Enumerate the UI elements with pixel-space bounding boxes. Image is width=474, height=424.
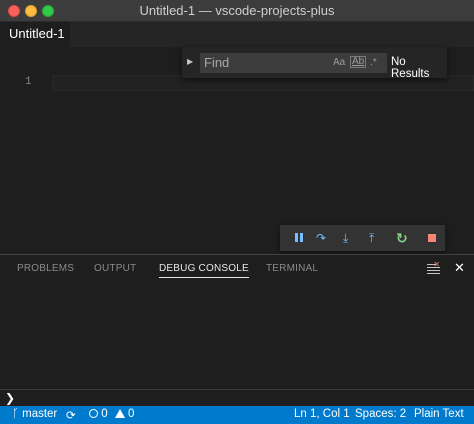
error-icon: [89, 409, 98, 418]
editor-tab-strip: Untitled-1: [0, 22, 474, 47]
branch-name: master: [22, 408, 58, 420]
toggle-replace-chevron-right-icon[interactable]: ▶: [187, 56, 195, 68]
warning-icon: [114, 409, 125, 418]
debug-toolbar: ↷ ⤓ ⤒ ↻: [280, 225, 445, 251]
step-into-icon[interactable]: ⤓: [343, 231, 357, 245]
pause-icon[interactable]: [292, 231, 306, 245]
match-case-toggle[interactable]: Aa: [333, 57, 345, 68]
sync-icon[interactable]: ⟳: [66, 408, 76, 422]
git-branch-status[interactable]: ᚴ master: [12, 408, 57, 420]
problems-status[interactable]: 0 0: [89, 408, 134, 420]
tab-output[interactable]: OUTPUT: [94, 263, 136, 274]
match-whole-word-toggle[interactable]: Ab: [350, 56, 367, 68]
repl-divider: [0, 389, 474, 390]
stop-icon[interactable]: [426, 231, 440, 245]
tab-debug-console[interactable]: DEBUG CONSOLE: [159, 263, 249, 278]
find-input-placeholder: Find: [204, 55, 230, 70]
git-branch-icon: ᚴ: [12, 408, 19, 420]
line-number: 1: [25, 76, 32, 88]
find-result-count: No Results: [391, 56, 430, 80]
editor-tab-label: Untitled-1: [9, 26, 65, 41]
tab-terminal[interactable]: TERMINAL: [266, 263, 318, 274]
step-over-icon[interactable]: ↷: [316, 231, 330, 245]
find-input[interactable]: Find Aa Ab .*: [200, 53, 387, 73]
close-panel-icon[interactable]: ✕: [454, 260, 465, 276]
restart-icon[interactable]: ↻: [396, 231, 410, 245]
indentation-status[interactable]: Spaces: 2: [355, 408, 406, 420]
cursor-position-status[interactable]: Ln 1, Col 1: [294, 408, 350, 420]
tab-problems[interactable]: PROBLEMS: [17, 263, 74, 274]
window-title: Untitled-1 — vscode-projects-plus: [139, 3, 335, 18]
repl-input[interactable]: ❯: [5, 391, 15, 405]
status-bar: ᚴ master ⟳ 0 0 Ln 1, Col 1 Spaces: 2 Pla…: [0, 406, 474, 424]
warning-count: 0: [128, 408, 135, 420]
clear-console-icon[interactable]: ✕: [427, 260, 440, 274]
bottom-panel: PROBLEMS OUTPUT DEBUG CONSOLE TERMINAL ✕…: [0, 254, 474, 406]
use-regex-toggle[interactable]: .*: [370, 57, 377, 68]
step-out-icon[interactable]: ⤒: [369, 231, 383, 245]
language-mode-status[interactable]: Plain Text: [414, 408, 464, 420]
find-widget: ▶ Find Aa Ab .* No Results: [182, 47, 447, 80]
title-bar: Untitled-1 — vscode-projects-plus: [0, 0, 474, 22]
editor-tab[interactable]: Untitled-1: [0, 22, 70, 47]
error-count: 0: [101, 408, 108, 420]
